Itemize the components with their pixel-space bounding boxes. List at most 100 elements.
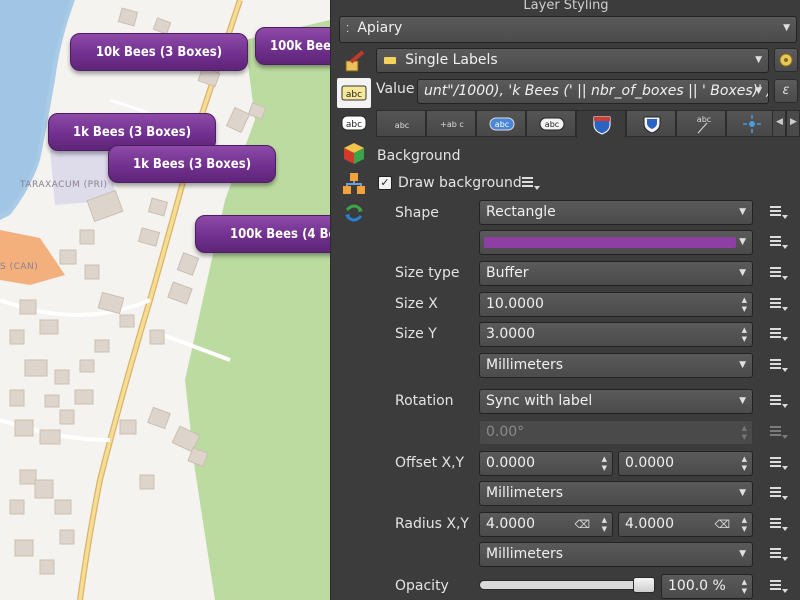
opacity-slider[interactable] bbox=[479, 580, 655, 590]
gear-icon bbox=[779, 53, 793, 67]
offset-x-spinbox[interactable]: 0.0000 ▲ ▼ bbox=[479, 451, 613, 476]
draw-background-checkbox[interactable]: ✓ bbox=[378, 176, 392, 190]
opacity-slider-handle[interactable] bbox=[633, 577, 655, 593]
bee-count-label[interactable]: 1k Bees (3 Boxes) bbox=[108, 145, 276, 183]
tab-3d-view[interactable] bbox=[337, 138, 371, 168]
tab-formatting[interactable]: +ab c bbox=[426, 110, 476, 137]
size-type-select[interactable]: Buffer ▼ bbox=[479, 261, 753, 286]
bee-count-label[interactable]: 10k Bees (3 Boxes) bbox=[70, 33, 248, 71]
data-defined-override-icon bbox=[770, 548, 788, 561]
radius-y-spinbox[interactable]: 4.0000 ⌫ ▲ ▼ bbox=[618, 512, 753, 537]
mask-icon: abc bbox=[539, 117, 565, 131]
size-type-override-button[interactable] bbox=[767, 263, 791, 285]
spin-down-icon[interactable]: ▼ bbox=[742, 305, 747, 313]
rotation-angle-spinbox[interactable]: 0.00° ▲ ▼ bbox=[479, 420, 753, 445]
panel-title: Layer Styling bbox=[523, 0, 609, 13]
rotation-angle-value: 0.00° bbox=[486, 424, 525, 440]
radius-units-select[interactable]: Millimeters ▼ bbox=[479, 542, 753, 567]
size-y-spinbox[interactable]: 3.0000 ▲ ▼ bbox=[479, 322, 753, 347]
spin-down-icon[interactable]: ▼ bbox=[742, 587, 747, 595]
fill-color-override-button[interactable] bbox=[767, 232, 791, 254]
paint-brush-icon bbox=[345, 50, 365, 72]
tabs-scroll-left[interactable]: ◀ bbox=[772, 110, 786, 137]
radius-override-button[interactable] bbox=[767, 514, 791, 536]
offset-units-override-button[interactable] bbox=[767, 483, 791, 505]
rotation-angle-override-button[interactable] bbox=[767, 422, 791, 444]
tab-shadow[interactable] bbox=[626, 110, 676, 137]
data-defined-override-icon bbox=[770, 236, 788, 249]
opacity-override-button[interactable] bbox=[767, 576, 791, 598]
data-defined-override-icon bbox=[770, 267, 788, 280]
chevron-down-icon: ▼ bbox=[755, 55, 762, 65]
tab-diagrams[interactable] bbox=[337, 168, 371, 198]
spin-up-icon[interactable]: ▲ bbox=[602, 516, 607, 524]
spin-up-icon[interactable]: ▲ bbox=[742, 516, 747, 524]
spin-up-icon[interactable]: ▲ bbox=[742, 326, 747, 334]
spin-up-icon[interactable]: ▲ bbox=[742, 578, 747, 586]
tab-background[interactable] bbox=[576, 110, 626, 138]
label-settings-tabs: abc +ab c abc abc abc ◀ ▶ bbox=[376, 110, 800, 138]
shadow-icon bbox=[643, 116, 661, 134]
spin-up-icon: ▲ bbox=[741, 424, 747, 432]
size-y-value: 3.0000 bbox=[486, 326, 535, 342]
fill-color-button[interactable]: ▼ bbox=[479, 230, 753, 255]
offset-y-spinbox[interactable]: 0.0000 ▲ ▼ bbox=[618, 451, 753, 476]
tab-callouts[interactable]: abc bbox=[676, 110, 726, 137]
expression-icon: ε bbox=[782, 83, 790, 98]
rotation-select[interactable]: Sync with label ▼ bbox=[479, 389, 753, 414]
spin-up-icon[interactable]: ▲ bbox=[742, 455, 747, 463]
draw-background-override-button[interactable] bbox=[519, 173, 543, 195]
clear-icon[interactable]: ⌫ bbox=[714, 513, 730, 536]
shape-override-button[interactable] bbox=[767, 202, 791, 224]
shape-select[interactable]: Rectangle ▼ bbox=[479, 200, 753, 225]
tab-symbology[interactable] bbox=[337, 48, 371, 78]
tab-mask[interactable]: abc bbox=[526, 110, 576, 137]
spin-up-icon[interactable]: ▲ bbox=[742, 296, 747, 304]
offset-units-select[interactable]: Millimeters ▼ bbox=[479, 481, 753, 506]
spin-down-icon[interactable]: ▼ bbox=[742, 464, 747, 472]
map-canvas[interactable]: TARAXACUM (PRI) S (CAN) 10k Bees (3 Boxe… bbox=[0, 0, 330, 600]
tab-history[interactable] bbox=[337, 198, 371, 228]
value-label: Value bbox=[376, 81, 415, 97]
labeling-mode-select[interactable]: Single Labels ▼ bbox=[376, 48, 769, 73]
tab-callouts-label: abc bbox=[697, 115, 711, 124]
opacity-spinbox[interactable]: 100.0 % ▲ ▼ bbox=[661, 574, 753, 599]
value-expression-field[interactable]: unt"/1000), 'k Bees (' || nbr_of_boxes |… bbox=[417, 79, 769, 104]
spin-down-icon[interactable]: ▼ bbox=[602, 525, 607, 533]
spin-down-icon[interactable]: ▼ bbox=[742, 525, 747, 533]
tab-buffer[interactable]: abc bbox=[476, 110, 526, 137]
tabs-scroll-right[interactable]: ▶ bbox=[786, 110, 800, 137]
size-x-spinbox[interactable]: 10.0000 ▲ ▼ bbox=[479, 292, 753, 317]
shape-value: Rectangle bbox=[486, 204, 556, 220]
radius-units-value: Millimeters bbox=[486, 546, 564, 562]
size-units-override-button[interactable] bbox=[767, 355, 791, 377]
rotation-override-button[interactable] bbox=[767, 391, 791, 413]
tab-text[interactable]: abc bbox=[376, 110, 426, 137]
tab-placement[interactable] bbox=[726, 110, 776, 137]
chevron-down-icon: ▼ bbox=[739, 360, 746, 370]
chevron-down-icon: ▼ bbox=[739, 488, 746, 498]
offset-override-button[interactable] bbox=[767, 453, 791, 475]
apply-style-button[interactable] bbox=[774, 48, 798, 72]
size-type-label: Size type bbox=[395, 265, 460, 281]
radius-units-override-button[interactable] bbox=[767, 544, 791, 566]
size-y-override-button[interactable] bbox=[767, 324, 791, 346]
tab-formatting-label: +ab c bbox=[440, 120, 464, 129]
tab-labels[interactable]: abc bbox=[337, 78, 371, 108]
size-x-override-button[interactable] bbox=[767, 294, 791, 316]
data-defined-override-icon bbox=[770, 580, 788, 593]
tab-masks[interactable]: abc bbox=[337, 108, 371, 138]
size-units-select[interactable]: Millimeters ▼ bbox=[479, 353, 753, 378]
spin-down-icon[interactable]: ▼ bbox=[602, 464, 607, 472]
spin-down-icon: ▼ bbox=[741, 433, 747, 441]
basemap bbox=[0, 0, 330, 600]
bee-count-label[interactable]: 100k Bees (4 Boxes) bbox=[195, 215, 330, 253]
clear-icon[interactable]: ⌫ bbox=[574, 513, 590, 536]
expression-button[interactable]: ε bbox=[774, 79, 798, 103]
spin-up-icon[interactable]: ▲ bbox=[602, 455, 607, 463]
rotation-value: Sync with label bbox=[486, 393, 593, 409]
spin-down-icon[interactable]: ▼ bbox=[742, 335, 747, 343]
layer-select[interactable]: ⁚ Apiary ▼ bbox=[339, 16, 797, 43]
bee-count-label[interactable]: 100k Bees (3 Boxes) bbox=[255, 27, 330, 65]
radius-x-spinbox[interactable]: 4.0000 ⌫ ▲ ▼ bbox=[479, 512, 613, 537]
